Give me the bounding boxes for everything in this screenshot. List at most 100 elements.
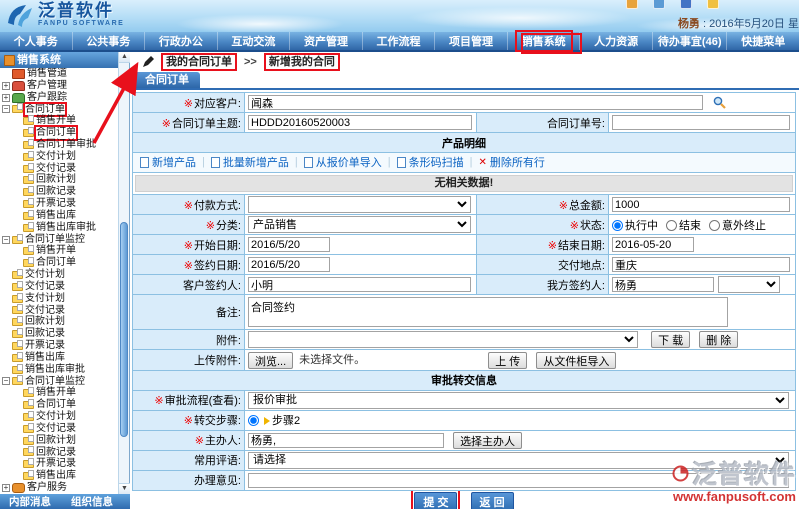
sidebar-item-开票记录[interactable]: 开票记录 <box>0 458 118 470</box>
delete-button[interactable]: 删 除 <box>699 331 738 348</box>
nav-item-1[interactable]: 公共事务 <box>73 32 146 50</box>
sidebar-item-交付记录[interactable]: 交付记录 <box>0 281 118 293</box>
subject-input[interactable] <box>248 115 472 130</box>
sidebar-item-合同订单[interactable]: −合同订单 <box>0 103 118 115</box>
sidebar-item-交付计划[interactable]: 交付计划 <box>0 411 118 423</box>
place-input[interactable] <box>612 257 790 272</box>
sidebar-item-交付计划[interactable]: 交付计划 <box>0 151 118 163</box>
sidebar-scrollbar[interactable]: ▲ ▼ <box>118 52 129 494</box>
tab-org-info[interactable]: 组织信息 <box>71 494 113 509</box>
step-radio[interactable] <box>248 415 259 426</box>
tab-contract-order[interactable]: 合同订单 <box>134 72 200 88</box>
quickbar-icon[interactable] <box>680 0 692 9</box>
nav-item-10[interactable]: 快捷菜单 <box>727 32 799 50</box>
choose-organizer-button[interactable]: 选择主办人 <box>453 432 522 449</box>
opinion-input[interactable] <box>248 473 789 488</box>
sidebar-item-销售出库[interactable]: 销售出库 <box>0 470 118 482</box>
sidebar-item-销售开单[interactable]: 销售开单 <box>0 115 118 127</box>
organizer-input[interactable] <box>248 433 444 448</box>
scroll-up-icon[interactable]: ▲ <box>119 52 130 63</box>
expand-plus-icon[interactable]: + <box>2 94 10 102</box>
nav-item-5[interactable]: 工作流程 <box>363 32 436 50</box>
sidebar-item-支付计划[interactable]: 支付计划 <box>0 293 118 305</box>
sidebar-item-合同订单监控[interactable]: −合同订单监控 <box>0 376 118 388</box>
sidebar-item-回款记录[interactable]: 回款记录 <box>0 447 118 459</box>
sidebar-item-销售管道[interactable]: 销售管道 <box>0 68 118 80</box>
tool-从报价单导入[interactable]: 从报价单导入 <box>304 156 382 168</box>
expand-plus-icon[interactable]: + <box>2 82 10 90</box>
quickbar-icon[interactable] <box>707 0 719 9</box>
sidebar-item-回款计划[interactable]: 回款计划 <box>0 316 118 328</box>
download-button[interactable]: 下 载 <box>651 331 690 348</box>
sidebar-item-客户管理[interactable]: +客户管理 <box>0 80 118 92</box>
sidebar-item-销售开单[interactable]: 销售开单 <box>0 387 118 399</box>
expand-plus-icon[interactable]: + <box>2 484 10 492</box>
sidebar-item-合同订单[interactable]: 合同订单 <box>0 257 118 269</box>
browse-button[interactable]: 浏览... <box>248 352 293 369</box>
nav-item-3[interactable]: 互动交流 <box>218 32 291 50</box>
sidebar-item-交付记录[interactable]: 交付记录 <box>0 305 118 317</box>
quickbar-icon[interactable] <box>626 0 638 9</box>
common-comment-select[interactable]: 请选择 <box>248 452 789 469</box>
sidebar-item-合同订单监控[interactable]: −合同订单监控 <box>0 234 118 246</box>
tool-条形码扫描[interactable]: 条形码扫描 <box>397 156 464 168</box>
sidebar-item-交付记录[interactable]: 交付记录 <box>0 163 118 175</box>
submit-button[interactable]: 提 交 <box>414 492 457 509</box>
remark-textarea[interactable]: 合同签约 <box>248 297 728 327</box>
sidebar-item-回款计划[interactable]: 回款计划 <box>0 174 118 186</box>
step-option[interactable]: 步骤2 <box>248 415 300 427</box>
tool-新增产品[interactable]: 新增产品 <box>140 156 196 168</box>
sidebar-item-交付记录[interactable]: 交付记录 <box>0 423 118 435</box>
sidebar-item-销售出库[interactable]: 销售出库 <box>0 352 118 364</box>
end-date-input[interactable] <box>612 237 694 252</box>
sidebar-item-销售开单[interactable]: 销售开单 <box>0 245 118 257</box>
sidebar-item-销售出库[interactable]: 销售出库 <box>0 210 118 222</box>
sidebar-item-回款计划[interactable]: 回款计划 <box>0 435 118 447</box>
scroll-down-icon[interactable]: ▼ <box>119 483 130 494</box>
status-option-意外终止[interactable]: 意外终止 <box>709 220 766 232</box>
sidebar-item-合同订单[interactable]: 合同订单 <box>0 399 118 411</box>
quickbar-icon[interactable] <box>653 0 665 9</box>
breadcrumb-item[interactable]: 新增我的合同 <box>264 53 340 71</box>
cust-signer-input[interactable] <box>248 277 471 292</box>
nav-item-6[interactable]: 项目管理 <box>435 32 508 50</box>
payment-select[interactable] <box>248 196 471 213</box>
nav-item-0[interactable]: 个人事务 <box>0 32 73 50</box>
upload-button[interactable]: 上 传 <box>488 352 527 369</box>
category-select[interactable]: 产品销售 <box>248 216 471 233</box>
sidebar-item-回款记录[interactable]: 回款记录 <box>0 186 118 198</box>
approval-flow-select[interactable]: 报价审批 <box>248 392 789 409</box>
nav-item-9[interactable]: 待办事宜(46) <box>653 32 728 50</box>
tab-internal-message[interactable]: 内部消息 <box>9 494 51 509</box>
status-option-结束[interactable]: 结束 <box>666 220 701 232</box>
scrollbar-thumb[interactable] <box>120 222 128 437</box>
sidebar-item-合同订单审批[interactable]: 合同订单审批 <box>0 139 118 151</box>
sidebar-item-开票记录[interactable]: 开票记录 <box>0 198 118 210</box>
search-icon[interactable] <box>713 96 726 109</box>
nav-item-4[interactable]: 资产管理 <box>290 32 363 50</box>
collapse-minus-icon[interactable]: − <box>2 236 10 244</box>
back-button[interactable]: 返 回 <box>471 492 514 509</box>
sidebar-item-开票记录[interactable]: 开票记录 <box>0 340 118 352</box>
our-signer-input[interactable] <box>612 277 714 292</box>
tool-删除所有行[interactable]: ✕删除所有行 <box>478 156 544 168</box>
total-input[interactable] <box>612 197 790 212</box>
nav-item-7[interactable]: 销售系统 <box>508 32 581 50</box>
nav-item-2[interactable]: 行政办公 <box>145 32 218 50</box>
nav-item-8[interactable]: 人力资源 <box>580 32 653 50</box>
order-no-input[interactable] <box>612 115 790 130</box>
sidebar-item-销售出库审批[interactable]: 销售出库审批 <box>0 222 118 234</box>
sidebar-item-交付计划[interactable]: 交付计划 <box>0 269 118 281</box>
sidebar-item-客户跟踪[interactable]: +客户跟踪 <box>0 92 118 104</box>
start-date-input[interactable] <box>248 237 330 252</box>
sidebar-item-回款记录[interactable]: 回款记录 <box>0 328 118 340</box>
collapse-minus-icon[interactable]: − <box>2 377 10 385</box>
status-radio[interactable] <box>612 220 623 231</box>
status-option-执行中[interactable]: 执行中 <box>612 220 658 232</box>
from-cabinet-button[interactable]: 从文件柜导入 <box>536 352 616 369</box>
sidebar-item-客户服务[interactable]: +客户服务 <box>0 482 118 494</box>
our-signer-select[interactable] <box>718 276 780 293</box>
collapse-minus-icon[interactable]: − <box>2 105 10 113</box>
sidebar-item-合同订单[interactable]: 合同订单 <box>0 127 118 139</box>
customer-input[interactable] <box>248 95 703 110</box>
